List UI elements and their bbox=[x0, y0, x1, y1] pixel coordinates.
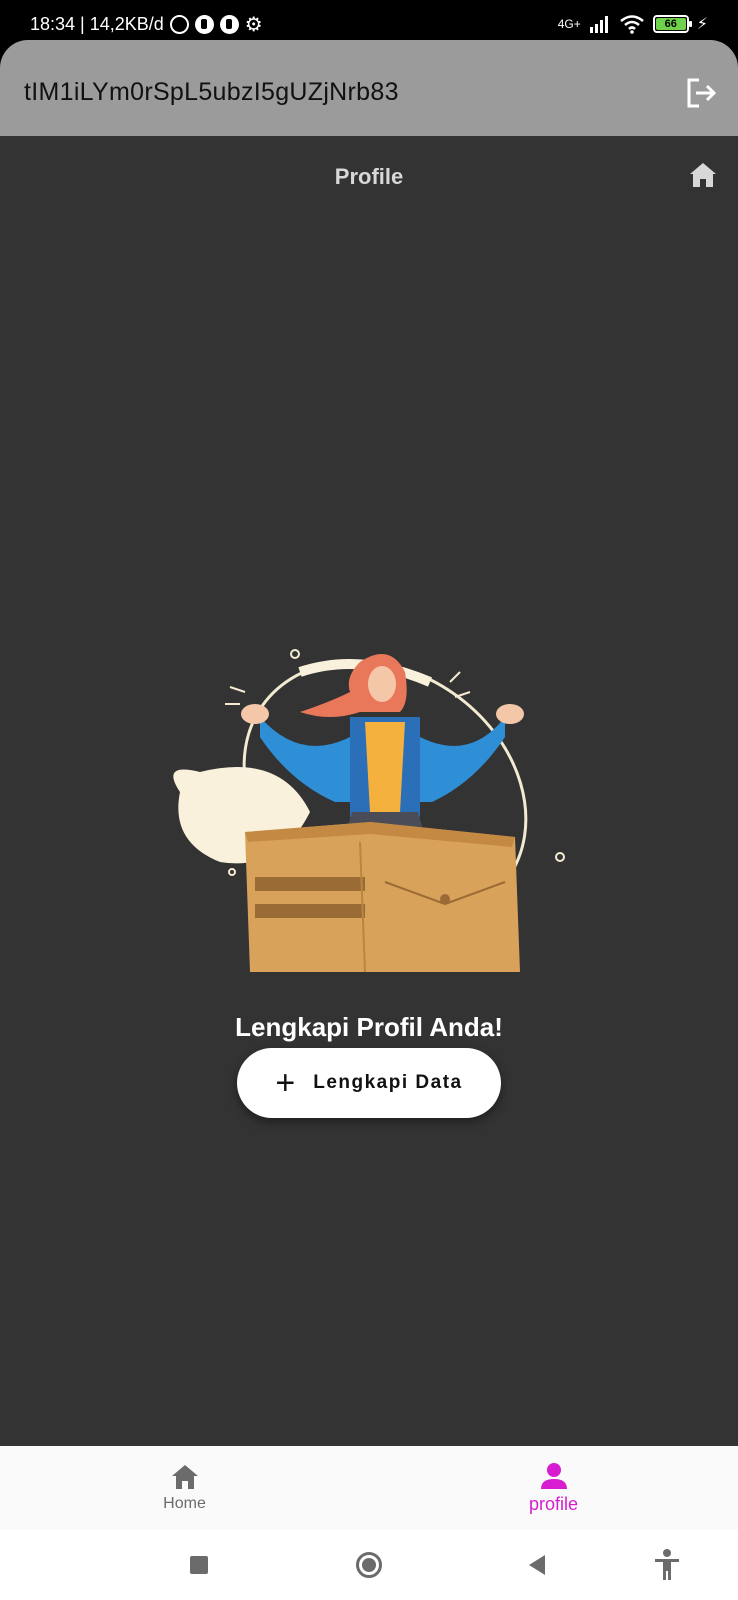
bottom-navigation: Home profile bbox=[0, 1446, 738, 1530]
status-right: 4G+ 66 ⚡ bbox=[558, 14, 708, 34]
nav-item-home[interactable]: Home bbox=[0, 1446, 369, 1530]
signal-icon bbox=[589, 16, 608, 33]
nav-item-profile[interactable]: profile bbox=[369, 1446, 738, 1530]
back-triangle-icon bbox=[529, 1555, 545, 1575]
circle-icon bbox=[356, 1552, 382, 1578]
back-system-button[interactable] bbox=[520, 1548, 554, 1582]
nav-label-profile: profile bbox=[528, 1493, 579, 1514]
nav-label-home: Home bbox=[163, 1495, 206, 1512]
complete-data-button[interactable]: + Lengkapi Data bbox=[237, 1048, 501, 1118]
square-icon bbox=[190, 1556, 208, 1574]
network-type: 4G+ bbox=[557, 17, 581, 31]
recent-apps-button[interactable] bbox=[182, 1548, 216, 1582]
page-title: Profile bbox=[334, 164, 404, 189]
home-icon bbox=[171, 1465, 198, 1489]
alarm-icon bbox=[169, 15, 189, 34]
accessibility-icon bbox=[655, 1549, 679, 1580]
main-content: Profile Lengkapi Profil Anda! + Lengkapi… bbox=[0, 136, 738, 1446]
gear-icon: ⚙ bbox=[244, 13, 263, 36]
logout-icon[interactable] bbox=[684, 76, 718, 110]
plus-icon: + bbox=[275, 1064, 296, 1102]
complete-data-label: Lengkapi Data bbox=[313, 1072, 463, 1093]
app-bar: tIM1iLYm0rSpL5ubzI5gUZjNrb83 bbox=[0, 40, 738, 136]
accessibility-button[interactable] bbox=[650, 1548, 684, 1582]
complete-profile-heading: Lengkapi Profil Anda! bbox=[235, 1012, 503, 1042]
status-left: 18:34 | 14,2KB/d ⚙ bbox=[30, 14, 263, 35]
home-system-button[interactable] bbox=[352, 1548, 386, 1582]
profile-empty-illustration bbox=[173, 649, 565, 973]
system-navigation-bar bbox=[0, 1530, 738, 1600]
wifi-icon bbox=[619, 15, 644, 34]
charging-icon: ⚡ bbox=[696, 16, 708, 33]
status-time-speed: 18:34 | 14,2KB/d bbox=[30, 14, 164, 34]
battery-level: 66 bbox=[655, 18, 686, 30]
person-icon bbox=[540, 1462, 567, 1489]
app-notification-icon bbox=[194, 15, 214, 34]
app-bar-title: tIM1iLYm0rSpL5ubzI5gUZjNrb83 bbox=[24, 78, 399, 106]
home-icon[interactable] bbox=[688, 160, 718, 190]
battery-icon: 66 bbox=[652, 15, 692, 33]
app-notification-icon-2 bbox=[219, 15, 239, 34]
